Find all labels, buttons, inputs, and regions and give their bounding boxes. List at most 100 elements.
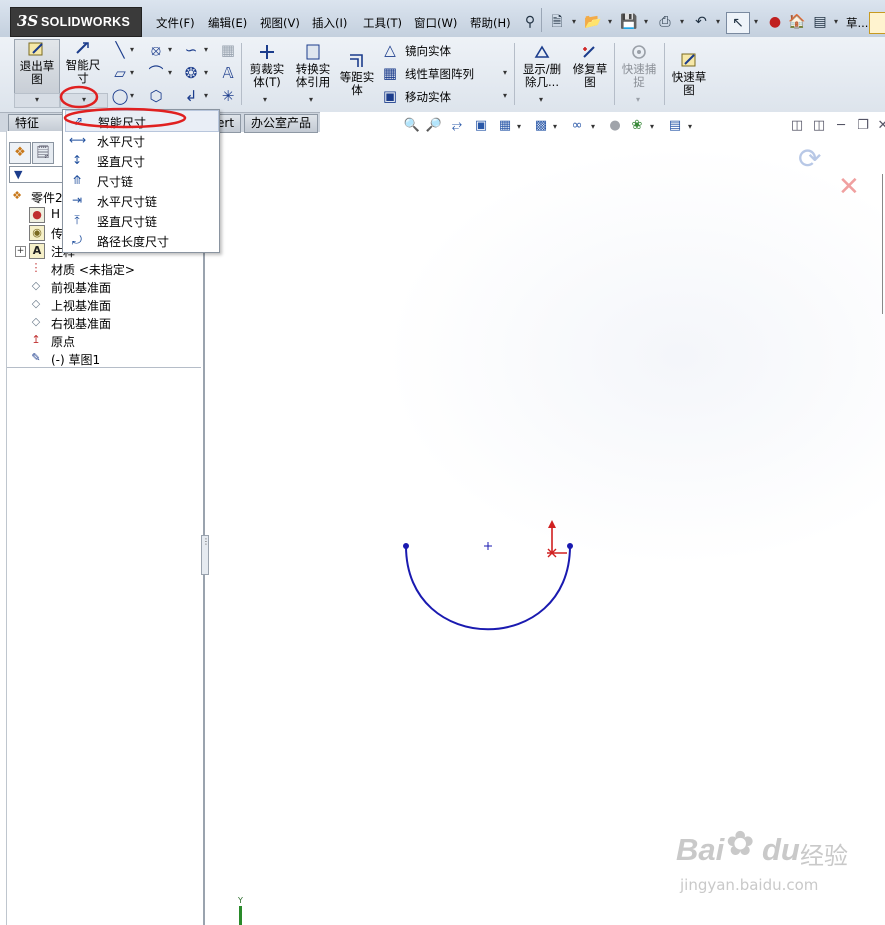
- chevron-down-icon[interactable]: ▾: [570, 12, 578, 32]
- tree-item-part[interactable]: 零件2: [31, 189, 63, 206]
- display-style-icon[interactable]: ▩: [532, 118, 550, 134]
- menu-file[interactable]: 文件(F): [156, 15, 195, 31]
- expand-toggle-icon[interactable]: +: [15, 246, 26, 257]
- undo-icon[interactable]: ↶: [690, 12, 712, 32]
- menu-item-ordinate-dimension[interactable]: ⤊ 尺寸链: [65, 170, 217, 190]
- move-entities-button[interactable]: 移动实体: [405, 89, 451, 105]
- chevron-down-icon[interactable]: ▾: [678, 12, 686, 32]
- file-properties-icon[interactable]: 🏠: [786, 12, 808, 32]
- chevron-down-icon[interactable]: ▾: [539, 95, 547, 104]
- chevron-down-icon[interactable]: ▾: [130, 45, 138, 54]
- linear-pattern-icon[interactable]: ▦: [381, 64, 399, 82]
- section-view-icon[interactable]: ▣: [472, 118, 490, 134]
- chevron-down-icon[interactable]: ▾: [752, 12, 760, 32]
- tree-item-material[interactable]: 材质 <未指定>: [51, 261, 135, 278]
- new-document-icon[interactable]: 🗎: [546, 12, 568, 32]
- open-folder-icon[interactable]: 📂: [582, 12, 604, 32]
- menu-item-horizontal-ordinate[interactable]: ⇥ 水平尺寸链: [65, 190, 217, 210]
- mirror-icon[interactable]: △: [381, 41, 399, 59]
- move-entities-icon[interactable]: ▣: [381, 87, 399, 105]
- exit-sketch-button[interactable]: 退出草 图: [14, 39, 60, 95]
- repair-sketch-button[interactable]: 修复草 图: [569, 43, 611, 89]
- chevron-down-icon[interactable]: ▾: [204, 91, 212, 100]
- options-icon[interactable]: ▤: [809, 12, 831, 32]
- slot-tool-icon[interactable]: ◯: [111, 87, 129, 105]
- tree-item-front-plane[interactable]: 前视基准面: [51, 279, 111, 296]
- menu-window[interactable]: 窗口(W): [414, 15, 457, 31]
- offset-entities-button[interactable]: 等距实 体: [337, 51, 377, 97]
- menu-item-vertical-ordinate[interactable]: ⤒ 竖直尺寸链: [65, 210, 217, 230]
- restore-icon[interactable]: ❐: [854, 118, 872, 134]
- point-tool-icon[interactable]: ✳: [219, 87, 237, 105]
- spline-tool-icon[interactable]: ∽: [182, 41, 200, 59]
- close-icon[interactable]: ✕: [874, 118, 885, 134]
- tree-item-right-plane[interactable]: 右视基准面: [51, 315, 111, 332]
- zoom-to-area-icon[interactable]: 🔎: [425, 118, 443, 134]
- menu-view[interactable]: 视图(V): [260, 15, 300, 31]
- view-orientation-icon[interactable]: ▦: [496, 118, 514, 134]
- convert-entities-button[interactable]: 转换实 体引用: [291, 43, 335, 89]
- hide-show-items-icon[interactable]: ∞: [568, 118, 586, 134]
- pin-icon[interactable]: ⚲: [519, 12, 541, 32]
- property-manager-tab-icon[interactable]: 🗒: [32, 142, 54, 164]
- previous-view-icon[interactable]: ⥂: [448, 118, 466, 134]
- minimize-icon[interactable]: ─: [832, 118, 850, 134]
- text-tool-icon[interactable]: 𝔸: [219, 64, 237, 82]
- edit-appearance-icon[interactable]: ●: [606, 118, 624, 134]
- feature-manager-tab-icon[interactable]: ❖: [9, 142, 31, 164]
- mirror-entities-button[interactable]: 镜向实体: [405, 43, 451, 59]
- folder-icon[interactable]: [869, 12, 885, 34]
- cancel-sketch-icon[interactable]: ✕: [838, 172, 860, 202]
- menu-item-horizontal-dimension[interactable]: ⟷ 水平尺寸: [65, 130, 217, 150]
- apply-scene-icon[interactable]: ❀: [628, 118, 646, 134]
- chevron-down-icon[interactable]: ▾: [636, 95, 644, 104]
- arc-center-mark[interactable]: [484, 542, 492, 550]
- tree-item-history[interactable]: H: [51, 207, 60, 221]
- chevron-down-icon[interactable]: ▾: [642, 12, 650, 32]
- tree-item-top-plane[interactable]: 上视基准面: [51, 297, 111, 314]
- arc-endpoint-left[interactable]: [403, 543, 409, 549]
- select-cursor-icon[interactable]: ↖: [726, 12, 750, 34]
- menu-insert[interactable]: 插入(I): [312, 15, 347, 31]
- chevron-down-icon[interactable]: ▾: [517, 122, 525, 131]
- fillet-tool-icon[interactable]: ↲: [182, 87, 200, 105]
- tree-item-sketch1[interactable]: (-) 草图1: [51, 351, 100, 368]
- chevron-down-icon[interactable]: ▾: [650, 122, 658, 131]
- chevron-down-icon[interactable]: ▾: [688, 122, 696, 131]
- construction-geometry-icon[interactable]: ▦: [219, 41, 237, 59]
- print-icon[interactable]: ⎙: [654, 12, 676, 32]
- chevron-down-icon[interactable]: ▾: [714, 12, 722, 32]
- tab-office-products[interactable]: 办公室产品: [244, 114, 319, 133]
- sketch-canvas[interactable]: [392, 507, 592, 642]
- polygon-tool-icon[interactable]: ⬡: [147, 87, 165, 105]
- menu-item-path-length[interactable]: ⤾ 路径长度尺寸: [65, 230, 217, 250]
- parallelogram-tool-icon[interactable]: ▱: [111, 64, 129, 82]
- quick-snaps-button[interactable]: 快速捕 捉: [618, 43, 660, 89]
- viewport-icon[interactable]: ◫: [810, 118, 828, 134]
- ellipse-tool-icon[interactable]: ❂: [182, 64, 200, 82]
- chevron-down-icon[interactable]: ▾: [309, 95, 317, 104]
- zoom-to-fit-icon[interactable]: 🔍: [403, 118, 421, 134]
- menu-item-vertical-dimension[interactable]: ↕ 竖直尺寸: [65, 150, 217, 170]
- view-settings-icon[interactable]: ▤: [666, 118, 684, 134]
- menu-edit[interactable]: 编辑(E): [208, 15, 247, 31]
- arc-tool-icon[interactable]: ⌒: [147, 64, 165, 82]
- chevron-down-icon[interactable]: ▾: [832, 12, 840, 32]
- exit-sketch-dropdown-arrow[interactable]: ▾: [14, 93, 60, 108]
- chevron-down-icon[interactable]: ▾: [130, 68, 138, 77]
- exit-sketch-confirm-icon[interactable]: ⟳: [798, 142, 821, 175]
- chevron-down-icon[interactable]: ▾: [204, 45, 212, 54]
- display-delete-relations-button[interactable]: 显示/删 除几...: [519, 43, 565, 89]
- chevron-down-icon[interactable]: ▾: [130, 91, 138, 100]
- chevron-down-icon[interactable]: ▾: [263, 95, 271, 104]
- viewport-icon[interactable]: ◫: [788, 118, 806, 134]
- sketch-arc[interactable]: [405, 545, 571, 631]
- menu-help[interactable]: 帮助(H): [470, 15, 511, 31]
- tree-item-origin[interactable]: 原点: [51, 333, 75, 350]
- arc-endpoint-right[interactable]: [567, 543, 573, 549]
- solidworks-logo[interactable]: 3S SOLIDWORKS: [10, 7, 142, 37]
- trim-entities-button[interactable]: 剪裁实 体(T): [245, 43, 289, 89]
- circle-tool-icon[interactable]: ⦻: [147, 41, 165, 59]
- chevron-down-icon[interactable]: ▾: [553, 122, 561, 131]
- filter-icon[interactable]: ▼: [9, 166, 67, 183]
